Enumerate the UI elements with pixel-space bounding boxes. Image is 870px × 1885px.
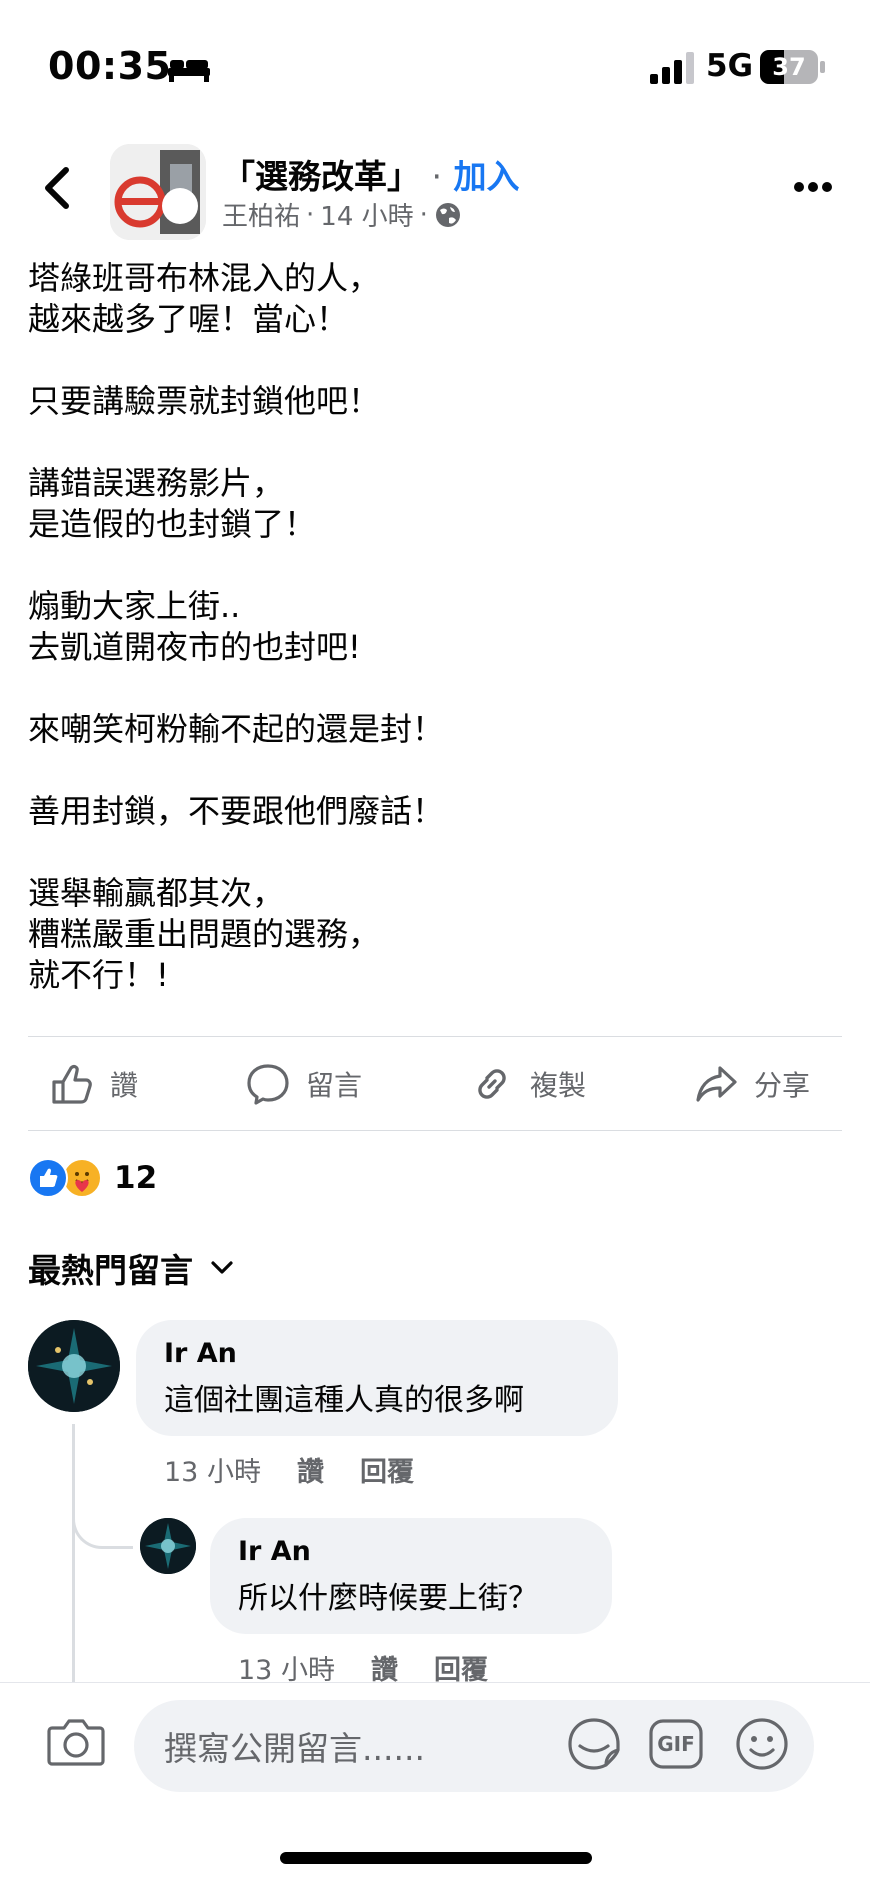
chevron-down-icon: [211, 1261, 233, 1274]
reply-commenter-name[interactable]: Ir An: [238, 1536, 538, 1567]
post-line: 講錯誤選務影片，: [28, 464, 285, 502]
home-indicator[interactable]: [280, 1852, 592, 1864]
network-type: 5G: [706, 48, 754, 84]
share-button[interactable]: 分享: [694, 1062, 810, 1106]
gif-button[interactable]: GIF: [648, 1718, 704, 1770]
comment-bubble[interactable]: Ir An 這個社團這種人真的很多啊: [136, 1320, 618, 1436]
copy-label: 複製: [530, 1069, 587, 1102]
post-paragraph-gap: [28, 545, 848, 586]
group-name[interactable]: 「選務改革」: [222, 157, 420, 196]
status-time: 00:35: [48, 44, 172, 88]
camera-icon[interactable]: [46, 1716, 106, 1768]
comment-sort-label: 最熱門留言: [28, 1251, 193, 1290]
cellular-signal-icon: [650, 52, 694, 84]
join-group-button[interactable]: 加入: [454, 157, 520, 196]
post-line: 塔綠班哥布林混入的人，: [28, 259, 381, 297]
share-label: 分享: [754, 1069, 811, 1102]
post-line: 就不行！!: [28, 956, 169, 994]
post-paragraph-gap: [28, 750, 848, 791]
commenter-avatar[interactable]: [28, 1320, 120, 1412]
comment-bubble-icon: [247, 1064, 289, 1105]
battery-level: 37: [772, 53, 806, 81]
share-arrow-icon: [696, 1066, 737, 1102]
thread-line: [72, 1424, 75, 1684]
comment-label: 留言: [306, 1069, 363, 1102]
comment-sort-dropdown[interactable]: 最熱門留言: [28, 1244, 233, 1292]
back-arrow-icon[interactable]: [40, 166, 74, 210]
like-label: 讚: [110, 1069, 139, 1102]
post-line: 越來越多了喔！當心！: [28, 300, 349, 338]
gif-label: GIF: [657, 1732, 695, 1756]
sleep-focus-icon: [168, 60, 210, 82]
group-title: 「選務改革」 · 加入: [222, 150, 520, 198]
sticker-icon[interactable]: [566, 1716, 622, 1772]
title-separator: ·: [431, 157, 443, 196]
battery-icon: 37: [760, 50, 826, 84]
comment-text: 這個社團這種人真的很多啊: [164, 1383, 524, 1418]
reaction-summary[interactable]: 12: [28, 1158, 157, 1198]
post-line: 選舉輸贏都其次，: [28, 874, 285, 912]
comment-input-placeholder: 撰寫公開留言......: [164, 1729, 425, 1768]
post-line: 善用封鎖，不要跟他們廢話！: [28, 792, 445, 830]
post-line: 只要講驗票就封鎖他吧！: [28, 382, 381, 420]
comment-meta: 13 小時 讚 回覆: [164, 1450, 414, 1489]
comment-like-button[interactable]: 讚: [297, 1450, 324, 1489]
comment-time[interactable]: 13 小時: [164, 1450, 261, 1489]
post-line: 是造假的也封鎖了！: [28, 505, 317, 543]
comment-reply-button[interactable]: 回覆: [360, 1450, 414, 1489]
like-button[interactable]: 讚: [50, 1062, 138, 1106]
thumbs-up-icon: [52, 1064, 92, 1104]
reply-bubble[interactable]: Ir An 所以什麼時候要上街？: [210, 1518, 612, 1634]
thread-connector: [72, 1490, 133, 1549]
reaction-count: 12: [114, 1160, 158, 1196]
post-line: 去凱道開夜市的也封吧!: [28, 628, 361, 666]
post-line: 煽動大家上街..: [28, 587, 241, 625]
post-paragraph-gap: [28, 340, 848, 381]
post-paragraph-gap: [28, 422, 848, 463]
commenter-name[interactable]: Ir An: [164, 1338, 524, 1369]
post-paragraph-gap: [28, 832, 848, 873]
copy-button[interactable]: 複製: [470, 1062, 586, 1106]
post-body: 塔綠班哥布林混入的人， 越來越多了喔！當心！ 只要講驗票就封鎖他吧！ 講錯誤選務影片，…: [28, 258, 848, 996]
divider-top: [28, 1036, 842, 1037]
meta-dot: ·: [306, 199, 315, 230]
post-line: 來嘲笑柯粉輸不起的還是封！: [28, 710, 445, 748]
more-options-icon[interactable]: [793, 180, 833, 194]
care-reaction-icon: [62, 1158, 102, 1198]
group-avatar[interactable]: [110, 144, 206, 240]
reply-text: 所以什麼時候要上街？: [238, 1581, 538, 1616]
post-actions-bar: 讚 留言 複製 分享: [28, 1040, 842, 1130]
post-time[interactable]: 14 小時: [320, 196, 413, 233]
post-paragraph-gap: [28, 668, 848, 709]
author-name[interactable]: 王柏祐: [222, 196, 300, 233]
post-meta: 王柏祐 · 14 小時 ·: [222, 196, 462, 233]
divider-bottom: [28, 1130, 842, 1131]
reply-commenter-avatar[interactable]: [140, 1518, 196, 1574]
like-reaction-icon: [28, 1158, 68, 1198]
comment-button[interactable]: 留言: [246, 1062, 362, 1106]
meta-dot: ·: [419, 199, 428, 230]
link-icon: [478, 1069, 506, 1099]
post-line: 糟糕嚴重出問題的選務，: [28, 915, 381, 953]
globe-icon: [435, 202, 460, 227]
emoji-icon[interactable]: [734, 1716, 790, 1772]
